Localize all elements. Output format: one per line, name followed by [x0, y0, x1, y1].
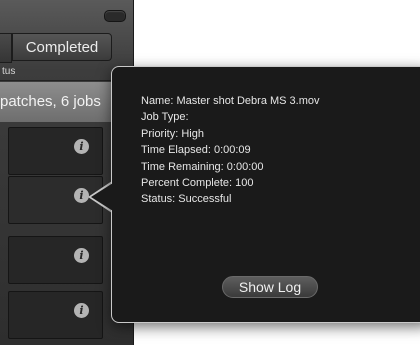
popover-arrow-fill: [91, 183, 113, 211]
toolbar-toggle-button[interactable]: [104, 10, 126, 22]
info-icon[interactable]: i: [74, 139, 89, 154]
job-time-elapsed: Time Elapsed: 0:00:09: [141, 144, 251, 157]
show-log-button[interactable]: Show Log: [222, 276, 318, 298]
job-time-remaining: Time Remaining: 0:00:00: [141, 160, 264, 173]
tab-completed[interactable]: Completed: [12, 33, 112, 61]
tab-active[interactable]: [0, 33, 12, 63]
job-status: Status: Successful: [141, 193, 232, 206]
job-priority: Priority: High: [141, 127, 204, 140]
job-info-list: Name: Master shot Debra MS 3.mov Job Typ…: [141, 93, 320, 208]
job-percent-complete: Percent Complete: 100: [141, 177, 254, 190]
job-row[interactable]: i: [8, 236, 103, 284]
info-icon[interactable]: i: [74, 303, 89, 318]
job-type: Job Type:: [141, 111, 189, 124]
job-info-popover: Name: Master shot Debra MS 3.mov Job Typ…: [111, 66, 420, 323]
info-icon[interactable]: i: [74, 248, 89, 263]
job-name: Name: Master shot Debra MS 3.mov: [141, 95, 320, 107]
job-row[interactable]: i: [8, 291, 103, 339]
job-row[interactable]: i: [8, 127, 103, 175]
info-icon[interactable]: i: [74, 188, 89, 203]
